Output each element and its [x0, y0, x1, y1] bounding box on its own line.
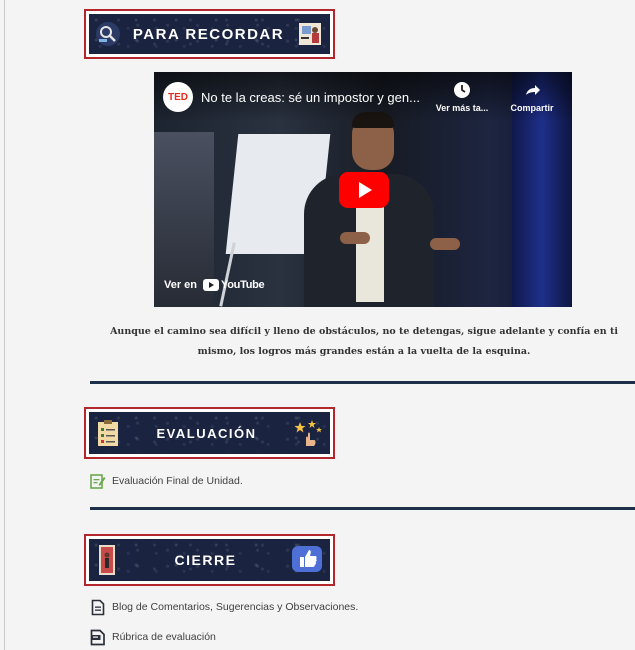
thumbs-up-icon: [290, 544, 324, 576]
watch-later-label: Ver más ta...: [435, 103, 489, 113]
watch-on-label: Ver en: [164, 279, 198, 291]
share-button[interactable]: Compartir: [502, 81, 562, 113]
video-player[interactable]: TED No te la creas: sé un impostor y gen…: [154, 72, 572, 307]
motivational-quote: Aunque el camino sea difícil y lleno de …: [110, 326, 618, 357]
video-title[interactable]: No te la creas: sé un impostor y gen...: [201, 90, 421, 105]
evaluacion-banner-body: EVALUACIÓN: [89, 412, 330, 454]
youtube-play-icon: [339, 172, 389, 208]
para-recordar-banner: PARA RECORDAR: [84, 9, 335, 59]
checklist-icon: [95, 418, 121, 448]
watch-later-button[interactable]: Ver más ta...: [430, 81, 494, 113]
rubric-doc-icon: [90, 628, 106, 646]
section-divider: [90, 507, 635, 510]
share-label: Compartir: [510, 103, 554, 113]
youtube-logo: YouTube: [203, 279, 265, 291]
share-arrow-icon: [502, 81, 562, 101]
clock-icon: [430, 81, 494, 101]
section-divider: [90, 381, 635, 384]
magnifier-icon: [95, 21, 121, 47]
teacher-icon: [296, 20, 324, 48]
evaluacion-title: EVALUACIÓN: [156, 425, 257, 441]
evaluacion-final-link[interactable]: Evaluación Final de Unidad.: [90, 472, 243, 490]
watch-on-youtube-link[interactable]: Ver en YouTube: [164, 279, 265, 291]
cierre-banner-body: CIERRE: [89, 539, 330, 581]
play-button[interactable]: [339, 172, 389, 208]
page-left-border: [4, 0, 5, 650]
para-recordar-banner-body: PARA RECORDAR: [89, 14, 330, 54]
cierre-title: CIERRE: [174, 552, 237, 568]
edit-doc-icon: [90, 472, 106, 490]
door-exit-icon: [95, 543, 121, 577]
youtube-wordmark: YouTube: [221, 279, 265, 291]
channel-logo-text: TED: [168, 91, 188, 103]
pointing-hand-stars-icon: [292, 418, 324, 448]
video-speaker-hand: [340, 232, 370, 244]
rubrica-evaluacion-label: Rúbrica de evaluación: [112, 631, 216, 643]
para-recordar-title: PARA RECORDAR: [132, 25, 285, 43]
evaluacion-final-label: Evaluación Final de Unidad.: [112, 475, 243, 487]
cierre-banner: CIERRE: [84, 534, 335, 586]
evaluacion-banner: EVALUACIÓN: [84, 407, 335, 459]
channel-logo[interactable]: TED: [163, 82, 193, 112]
youtube-icon: [203, 279, 220, 291]
blog-comentarios-label: Blog de Comentarios, Sugerencias y Obser…: [112, 601, 359, 613]
video-speaker-hand: [430, 238, 460, 250]
blog-comentarios-link[interactable]: Blog de Comentarios, Sugerencias y Obser…: [90, 598, 358, 616]
document-icon: [90, 598, 106, 616]
rubrica-evaluacion-link[interactable]: Rúbrica de evaluación: [90, 628, 216, 646]
